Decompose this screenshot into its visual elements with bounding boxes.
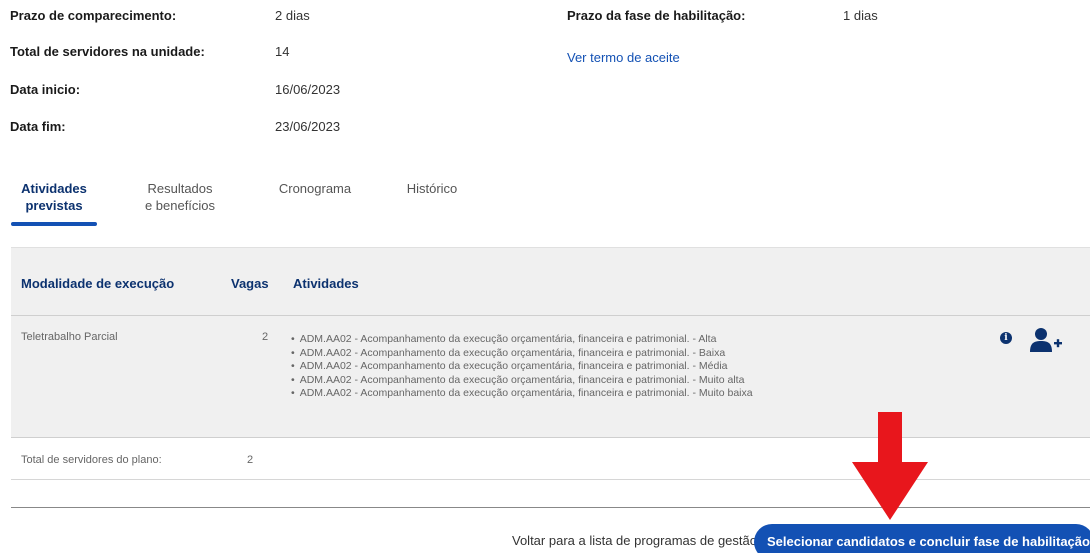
total-servidores-plano-value: 2 <box>247 454 254 466</box>
table-total-row: Total de servidores do plano: 2 <box>11 438 1090 480</box>
header-atividades: Atividades <box>293 276 359 291</box>
data-inicio-label: Data inicio: <box>10 82 81 97</box>
data-fim-value: 23/06/2023 <box>275 119 341 134</box>
data-inicio-value: 16/06/2023 <box>275 82 341 97</box>
prazo-comparecimento-value: 2 dias <box>275 8 310 23</box>
cell-vagas: 2 <box>262 331 269 343</box>
cell-modalidade: Teletrabalho Parcial <box>21 331 118 343</box>
data-fim-label: Data fim: <box>10 119 66 134</box>
prazo-fase-habilitacao-label: Prazo da fase de habilitação: <box>567 8 746 23</box>
tab-resultados-beneficios[interactable]: Resultados e benefícios <box>125 180 235 214</box>
info-circle-icon[interactable]: i <box>1000 332 1012 344</box>
ver-termo-aceite-link[interactable]: Ver termo de aceite <box>567 50 680 65</box>
activity-item: ADM.AA02 - Acompanhamento da execução or… <box>291 333 753 347</box>
activity-item: ADM.AA02 - Acompanhamento da execução or… <box>291 387 753 401</box>
tab-cronograma[interactable]: Cronograma <box>265 180 365 197</box>
prazo-comparecimento-label: Prazo de comparecimento: <box>10 8 177 23</box>
user-plus-icon[interactable] <box>1029 327 1063 353</box>
tab-historico[interactable]: Histórico <box>395 180 469 197</box>
footer-divider <box>11 507 1090 508</box>
tab-label-line1: Atividades <box>21 181 87 196</box>
arrow-down-icon <box>852 412 928 520</box>
table-row: Teletrabalho Parcial 2 ADM.AA02 - Acompa… <box>11 316 1090 438</box>
total-servidores-plano-label: Total de servidores do plano: <box>21 454 162 466</box>
total-servidores-unidade-label: Total de servidores na unidade: <box>10 44 205 59</box>
table-header: Modalidade de execução Vagas Atividades <box>11 247 1090 316</box>
tab-label-line2: previstas <box>25 198 83 213</box>
back-to-list-link[interactable]: Voltar para a lista de programas de gest… <box>512 533 757 548</box>
total-servidores-unidade-value: 14 <box>275 44 290 59</box>
tab-label-line2: e benefícios <box>144 198 216 213</box>
select-candidates-button[interactable]: Selecionar candidatos e concluir fase de… <box>754 524 1090 553</box>
active-tab-indicator <box>11 222 97 226</box>
activity-item: ADM.AA02 - Acompanhamento da execução or… <box>291 374 753 388</box>
tab-label-line1: Resultados <box>147 181 213 196</box>
activities-list: ADM.AA02 - Acompanhamento da execução or… <box>291 333 753 401</box>
header-modalidade: Modalidade de execução <box>21 276 175 291</box>
tab-label-line1: Cronograma <box>278 181 352 196</box>
tab-atividades-previstas[interactable]: Atividades previstas <box>11 180 97 214</box>
tab-label-line1: Histórico <box>406 181 458 196</box>
header-vagas: Vagas <box>231 276 269 291</box>
activity-item: ADM.AA02 - Acompanhamento da execução or… <box>291 347 753 361</box>
prazo-fase-habilitacao-value: 1 dias <box>843 8 878 23</box>
activity-item: ADM.AA02 - Acompanhamento da execução or… <box>291 360 753 374</box>
